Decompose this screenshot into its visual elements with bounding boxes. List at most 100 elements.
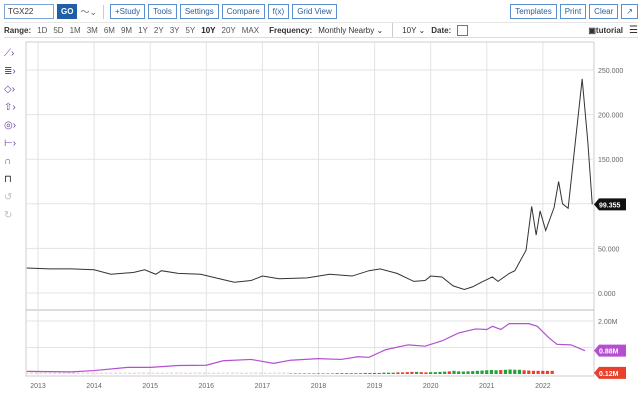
volume-bar: [207, 372, 211, 374]
x-tick-label: 2015: [142, 383, 158, 390]
volume-bar: [221, 372, 225, 374]
last-price-label: 99.355: [599, 202, 621, 209]
volume-bar: [230, 372, 234, 374]
volume-bar: [170, 372, 174, 374]
volume-bar: [202, 372, 206, 374]
volume-bar: [114, 372, 118, 374]
x-tick-label: 2018: [311, 383, 327, 390]
volume-bar: [410, 371, 414, 374]
volume-bar: [368, 372, 372, 374]
volume-bar: [62, 372, 66, 374]
volume-bar: [146, 372, 150, 374]
volume-bar: [443, 371, 447, 374]
volume-bar: [25, 372, 29, 374]
x-tick-label: 2013: [30, 383, 46, 390]
volume-bar: [424, 372, 428, 374]
volume-bar: [249, 372, 253, 374]
volume-bar: [527, 370, 531, 374]
volume-bar: [433, 372, 437, 374]
volume-bar: [438, 371, 442, 374]
volume-bar: [358, 373, 363, 374]
volume-bar: [391, 372, 395, 374]
volume-bar: [298, 373, 302, 374]
x-tick-label: 2019: [367, 383, 383, 390]
volume-bar: [193, 372, 197, 374]
volume-bar: [503, 369, 508, 374]
volume-bar: [382, 372, 386, 374]
last-oi-label: 0.88M: [599, 349, 619, 356]
volume-bar: [72, 372, 76, 374]
plot-frame: [25, 41, 595, 377]
volume-bar: [429, 372, 433, 374]
volume-bar: [386, 372, 391, 374]
volume-bar: [151, 372, 155, 374]
price-chart[interactable]: 2013 2014 2015 2016 2017 2018 2019 2020 2021 2022…: [0, 0, 642, 404]
volume-bar: [363, 372, 367, 374]
volume-bar: [156, 372, 160, 374]
volume-bar: [531, 370, 536, 374]
volume-bar: [263, 372, 267, 374]
volume-bar: [415, 371, 419, 374]
volume-bar: [100, 372, 104, 374]
volume-bar: [461, 371, 465, 374]
volume-bar: [335, 373, 339, 374]
volume-bar: [268, 372, 272, 374]
volume-bar: [480, 370, 484, 374]
y-tick-label: 200.000: [598, 113, 623, 120]
volume-bar: [39, 372, 43, 374]
volume-bar: [90, 372, 94, 374]
volume-bar: [475, 370, 479, 374]
volume-bar: [43, 372, 47, 374]
volume-bar: [499, 370, 503, 374]
volume-bar: [123, 372, 127, 374]
volume-bar: [272, 372, 276, 374]
volume-bar: [340, 373, 344, 374]
volume-bar: [184, 372, 188, 374]
volume-bar: [452, 370, 456, 374]
volume-bar: [282, 372, 286, 374]
volume-bar: [118, 372, 122, 374]
volume-bar: [321, 373, 325, 374]
volume-bar: [198, 372, 202, 374]
volume-bar: [235, 372, 239, 374]
volume-bar: [174, 372, 178, 374]
x-tick-label: 2016: [199, 383, 215, 390]
volume-bar: [550, 370, 554, 374]
volume-bar: [216, 372, 220, 374]
volume-bar: [53, 372, 57, 374]
volume-bar: [104, 372, 108, 374]
volume-bar: [48, 372, 52, 374]
volume-bar: [57, 372, 61, 374]
volume-bar: [81, 372, 85, 374]
volume-bar: [240, 372, 244, 374]
volume-bar: [508, 369, 512, 374]
volume-bar: [34, 372, 38, 374]
volume-bar: [244, 372, 248, 374]
y-tick-label: 150.000: [598, 157, 623, 164]
volume-bar: [95, 372, 99, 374]
volume-bar: [160, 372, 164, 374]
volume-bar: [489, 370, 493, 374]
oi-tick-label: 2.00M: [598, 319, 618, 326]
volume-bar: [419, 372, 423, 374]
price-line: [26, 78, 593, 290]
volume-bar: [312, 373, 316, 374]
volume-bar: [109, 372, 113, 374]
volume-bar: [471, 371, 475, 374]
volume-bar: [330, 373, 335, 374]
volume-bar: [29, 372, 33, 374]
volume-bar: [254, 372, 258, 374]
volume-bar: [536, 370, 540, 374]
volume-bar: [405, 372, 409, 374]
volume-bar: [302, 373, 307, 374]
volume-bar: [165, 372, 169, 374]
volume-bar: [132, 372, 136, 374]
volume-bar: [326, 373, 330, 374]
x-tick-label: 2021: [479, 383, 495, 390]
x-tick-label: 2014: [86, 383, 102, 390]
volume-bar: [128, 372, 132, 374]
volume-bar: [545, 370, 550, 374]
volume-bar: [485, 370, 489, 374]
volume-bar: [466, 371, 470, 374]
volume-bar: [522, 370, 526, 374]
